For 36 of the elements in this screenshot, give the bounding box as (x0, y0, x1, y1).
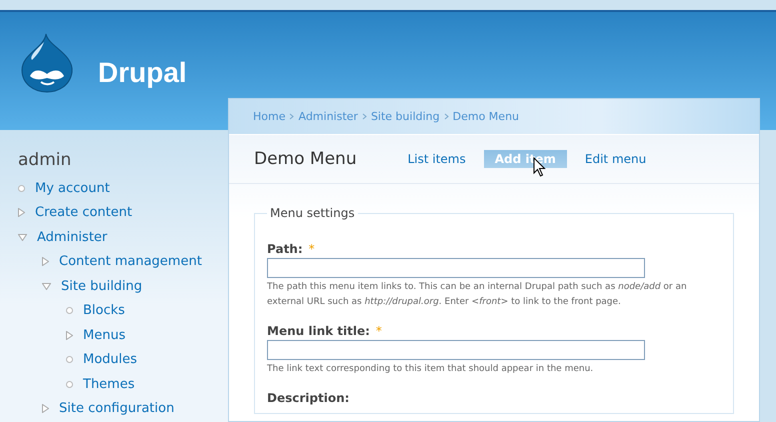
bullet-icon (18, 184, 25, 192)
sidebar-title: admin (18, 150, 72, 170)
tab[interactable]: Edit menu (574, 150, 658, 168)
breadcrumb-link[interactable]: Site building (370, 110, 440, 123)
sidebar-link[interactable]: Content management (59, 254, 202, 270)
sidebar-link[interactable]: Themes (83, 376, 135, 392)
breadcrumb-link[interactable]: Home (253, 110, 286, 123)
input-field[interactable] (267, 340, 645, 360)
sidebar-link[interactable]: Modules (83, 352, 138, 368)
tab[interactable]: List items (396, 150, 477, 168)
bullet-icon (66, 356, 73, 364)
separator-icon (444, 113, 449, 120)
bullet-icon (66, 380, 73, 388)
sidebar-link[interactable]: Create content (35, 205, 132, 220)
bullet-icon (66, 307, 73, 314)
fieldset-legend: Menu settings (267, 206, 358, 220)
field-label: Description: (267, 391, 350, 405)
breadcrumb-link[interactable]: Administer (298, 110, 358, 123)
separator-icon (289, 113, 294, 120)
sidebar-link[interactable]: Blocks (83, 303, 125, 318)
sidebar-link[interactable]: Site building (61, 278, 142, 294)
help-text: The path this menu item links to. This can be an internal Drupal path such as node/add or an external URL such as http://drupal.org. Enter <front> to link to the front page. (267, 281, 688, 309)
site-name[interactable]: Drupal (98, 57, 187, 89)
sidebar-link[interactable]: Administer (37, 230, 108, 245)
sidebar-link[interactable]: My account (35, 180, 110, 196)
separator-icon (362, 113, 367, 120)
sidebar-link[interactable]: Menus (83, 328, 126, 343)
required-mark: * (376, 324, 382, 338)
field-label: Path: (267, 242, 303, 256)
breadcrumb-link[interactable]: Demo Menu (452, 110, 520, 123)
field-label: Menu link title: (267, 324, 370, 338)
help-text: The link text corresponding to this item that should appear in the menu. (267, 363, 594, 376)
required-mark: * (308, 242, 315, 256)
sidebar-link[interactable]: Site configuration (59, 401, 174, 416)
page-title: Demo Menu (254, 149, 357, 169)
input-field[interactable] (267, 258, 645, 278)
